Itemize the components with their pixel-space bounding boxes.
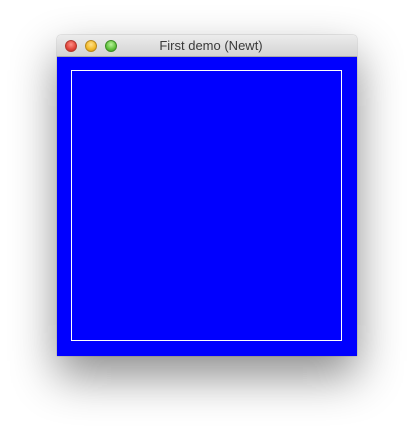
app-window: First demo (Newt) <box>57 35 357 356</box>
white-square-outline <box>71 70 342 341</box>
window-title: First demo (Newt) <box>159 38 263 53</box>
gl-canvas[interactable] <box>57 57 357 356</box>
title-bar[interactable]: First demo (Newt) <box>57 35 357 57</box>
